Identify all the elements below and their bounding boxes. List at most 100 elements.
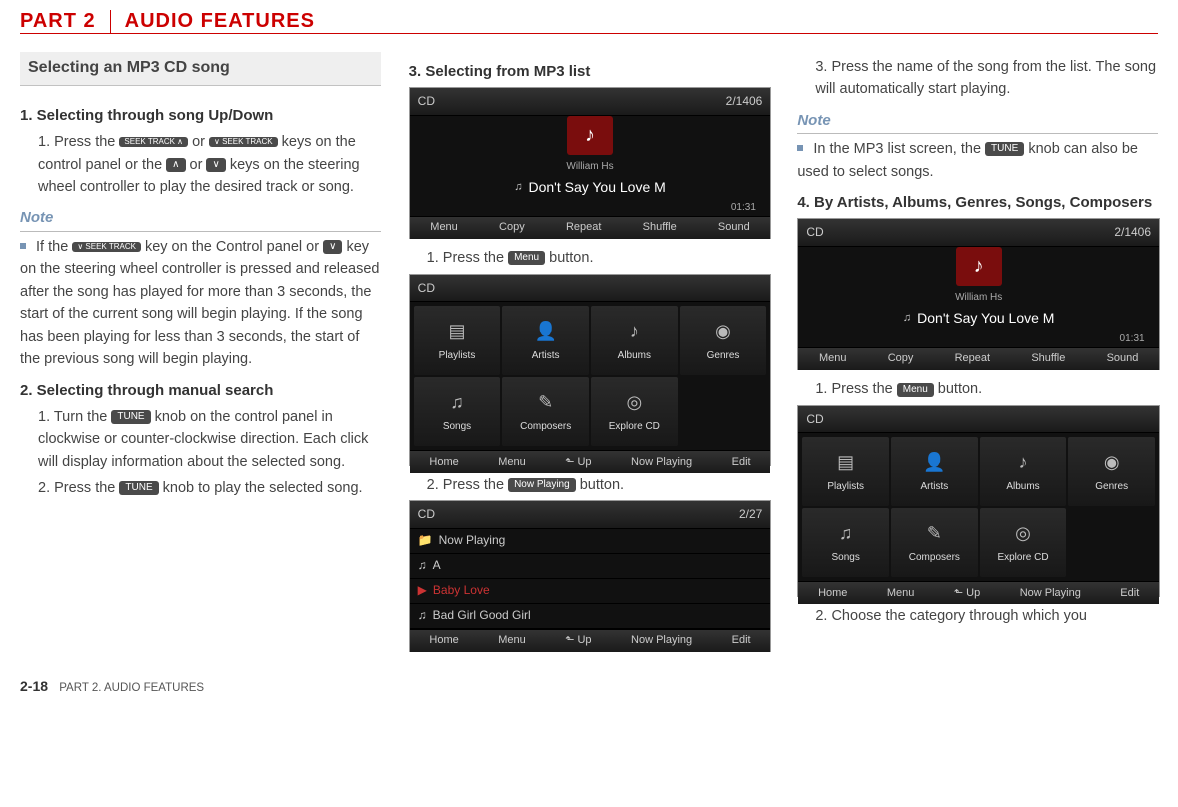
menu-key: Menu (508, 251, 545, 265)
label: Artists (532, 348, 560, 364)
cd-label: CD (418, 279, 435, 298)
btn-home: Home (429, 632, 458, 649)
tile-genres: ◉ Genres (680, 306, 767, 375)
playlist-icon: ▤ (448, 318, 465, 346)
menu-key: Menu (897, 383, 934, 397)
text: button. (549, 250, 593, 266)
label: Playlists (827, 479, 864, 495)
seek-track-down-key: ∨ SEEK TRACK (72, 242, 141, 252)
step-4-2: 2. Choose the category through which you (797, 605, 1158, 627)
cd-label: CD (806, 410, 823, 429)
text: button. (938, 381, 982, 397)
step-3-2: 2. Press the Now Playing button. (409, 474, 770, 496)
btn-up: ⬑ Up (565, 454, 591, 471)
text: button. (580, 477, 624, 493)
album-art-icon: ♪ (567, 116, 613, 155)
text: 1. Press the (427, 250, 508, 266)
text: or (192, 134, 209, 150)
tile-playlists: ▤ Playlists (802, 437, 889, 506)
btn-sound: Sound (1107, 350, 1139, 367)
tile-albums: ♪Albums (591, 306, 678, 375)
btn-home: Home (429, 454, 458, 471)
list-item: ♫Bad Girl Good Girl (410, 604, 771, 629)
screenshot-now-playing: CD2/1406 ♪ William Hs ♫Don't Say You Lov… (409, 87, 772, 239)
page-number: 2-18 (20, 678, 48, 694)
tune-key: TUNE (985, 142, 1024, 156)
note-label: Note (797, 109, 1158, 134)
btn-up: ⬑ Up (565, 632, 591, 649)
label: Bad Girl Good Girl (433, 606, 531, 625)
screenshot-menu-grid-2: CD ▤Playlists 👤Artists ♪Albums ◉Genres ♫… (797, 405, 1160, 597)
playlist-icon: ▤ (837, 449, 854, 477)
now-playing-key: Now Playing (508, 478, 576, 492)
track-count: 2/1406 (726, 92, 763, 111)
label: Albums (618, 348, 651, 364)
tile-songs: ♫Songs (414, 377, 501, 446)
btn-now-playing: Now Playing (1020, 585, 1081, 602)
section-title: Selecting an MP3 CD song (20, 52, 381, 86)
btn-menu: Menu (887, 585, 915, 602)
screenshot-menu-grid: CD ▤Playlists 👤Artists ♪Albums ◉Genres ♫… (409, 274, 772, 466)
label: Composers (520, 419, 571, 435)
tune-key: TUNE (111, 410, 150, 424)
song-title: Don't Say You Love M (528, 175, 665, 201)
column-1: Selecting an MP3 CD song 1. Selecting th… (20, 52, 381, 660)
btn-copy: Copy (888, 350, 914, 367)
cd-label: CD (418, 505, 435, 524)
footer: 2-18 PART 2. AUDIO FEATURES (20, 678, 1158, 694)
label: Baby Love (433, 581, 490, 600)
btn-up: ⬑ Up (954, 585, 980, 602)
artist-name: William Hs (955, 290, 1002, 306)
composer-icon: ✎ (927, 520, 942, 548)
heading-by-category: 4. By Artists, Albums, Genres, Songs, Co… (797, 191, 1158, 214)
step-1-1: 1. Press the SEEK TRACK ∧ or ∨ SEEK TRAC… (20, 131, 381, 198)
label: A (433, 556, 441, 575)
genre-icon: ◉ (1104, 449, 1120, 477)
label: Explore CD (609, 419, 660, 435)
text: 1. Press the (38, 134, 119, 150)
btn-edit: Edit (732, 454, 751, 471)
column-3: 3. Press the name of the song from the l… (797, 52, 1158, 660)
text: 2. Press the (38, 480, 119, 496)
label: Genres (707, 348, 740, 364)
text: If the (36, 239, 72, 255)
note-1: If the ∨ SEEK TRACK key on the Control p… (20, 236, 381, 371)
screenshot-now-playing-2: CD2/1406 ♪ William Hs ♫Don't Say You Lov… (797, 218, 1160, 370)
list-item: ♫A (410, 554, 771, 579)
label: Songs (443, 419, 471, 435)
btn-menu: Menu (430, 219, 458, 236)
btn-menu: Menu (498, 454, 526, 471)
btn-edit: Edit (1120, 585, 1139, 602)
heading-select-updown: 1. Selecting through song Up/Down (20, 104, 381, 127)
label: Playlists (439, 348, 476, 364)
genre-icon: ◉ (715, 318, 731, 346)
heading-mp3-list: 3. Selecting from MP3 list (409, 60, 770, 83)
label: Songs (831, 550, 859, 566)
text: 1. Turn the (38, 409, 111, 425)
explore-icon: ◎ (1015, 520, 1031, 548)
down-key: ∨ (323, 240, 342, 254)
tile-composers: ✎Composers (891, 508, 978, 577)
page-header: PART 2 AUDIO FEATURES (20, 10, 1158, 34)
btn-now-playing: Now Playing (631, 454, 692, 471)
btn-edit: Edit (732, 632, 751, 649)
album-icon: ♪ (1019, 449, 1028, 477)
heading-manual-search: 2. Selecting through manual search (20, 379, 381, 402)
cd-label: CD (806, 223, 823, 242)
text: key on the Control panel or (145, 239, 323, 255)
footer-label: PART 2. AUDIO FEATURES (59, 682, 204, 694)
step-4-1: 1. Press the Menu button. (797, 378, 1158, 400)
seek-track-down-key: ∨ SEEK TRACK (209, 137, 278, 147)
folder-icon: 📁 (418, 531, 433, 550)
track-count: 2/1406 (1114, 223, 1151, 242)
text: 1. Press the (815, 381, 896, 397)
text: key on the steering wheel controller is … (20, 239, 380, 367)
label: Artists (920, 479, 948, 495)
music-note-icon: ♫ (514, 179, 522, 196)
bullet-icon (797, 145, 803, 151)
artist-name: William Hs (566, 159, 613, 175)
btn-shuffle: Shuffle (1031, 350, 1065, 367)
song-title: Don't Say You Love M (917, 306, 1054, 332)
tile-songs: ♫Songs (802, 508, 889, 577)
label: Albums (1006, 479, 1039, 495)
